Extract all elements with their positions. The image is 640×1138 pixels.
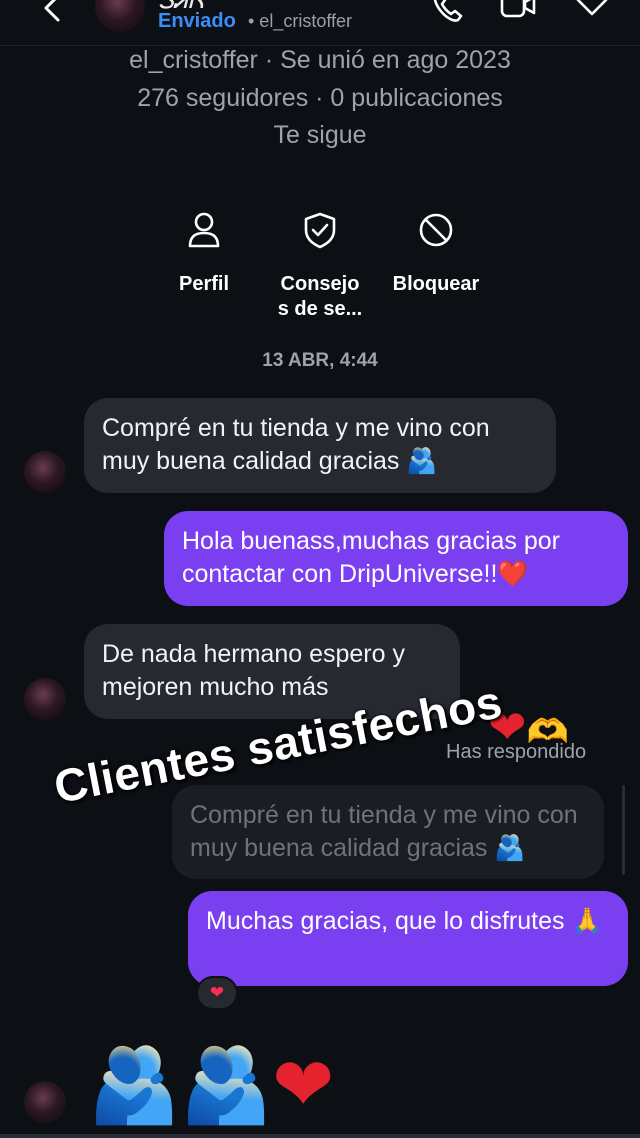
video-call-icon[interactable] — [498, 0, 538, 26]
reply-indicator-bar — [622, 785, 625, 875]
back-arrow-icon[interactable] — [38, 0, 70, 26]
block-icon — [419, 213, 453, 247]
safety-tips-label: Consejo s de se... — [277, 273, 363, 320]
people-hugging-emoji: 🫂 — [180, 1043, 273, 1126]
message-timestamp: 13 ABR, 4:44 — [262, 350, 378, 371]
header-username: • el_cristoffer — [248, 11, 353, 31]
follows-you-label: Te sigue — [273, 121, 367, 149]
heart-reaction[interactable]: ❤ — [196, 976, 238, 1010]
profile-stats: 276 seguidores · 0 publicaciones — [137, 84, 503, 112]
contact-avatar[interactable] — [95, 0, 145, 32]
block-label: Bloquear — [392, 273, 480, 295]
profile-actions: Perfil Consejo s de se... Bloquear — [0, 208, 640, 328]
outgoing-message[interactable]: Muchas gracias, que lo disfrutes 🙏 — [188, 891, 628, 986]
people-hugging-emoji: 🫂 — [88, 1043, 181, 1126]
sender-avatar[interactable] — [24, 451, 66, 493]
person-icon — [188, 212, 220, 248]
sender-avatar[interactable] — [24, 678, 66, 720]
safety-tips-button[interactable]: Consejo s de se... — [265, 208, 375, 322]
hand-heart-sticker: 🫶 — [526, 713, 569, 751]
sent-status: Enviado — [158, 10, 236, 32]
chat-header: ᏕᏗᏒ Enviado • el_cristoffer — [0, 0, 640, 46]
red-heart-emoji: ❤ — [272, 1043, 335, 1126]
sender-avatar[interactable] — [24, 1081, 66, 1123]
tag-icon[interactable] — [572, 0, 612, 26]
outgoing-message[interactable]: Hola buenass,muchas gracias por contacta… — [164, 511, 628, 606]
profile-button[interactable]: Perfil — [149, 208, 259, 297]
quoted-message[interactable]: Compré en tu tienda y me vino con muy bu… — [172, 785, 604, 879]
phone-icon[interactable] — [428, 0, 468, 26]
profile-meta: el_cristoffer · Se unió en ago 2023 — [129, 46, 511, 74]
profile-label: Perfil — [178, 273, 230, 295]
incoming-message[interactable]: Compré en tu tienda y me vino con muy bu… — [84, 398, 556, 493]
bottom-divider — [0, 1134, 640, 1138]
emoji-message[interactable]: 🫂🫂❤ — [88, 1040, 334, 1130]
block-button[interactable]: Bloquear — [381, 208, 491, 297]
shield-check-icon — [304, 212, 336, 249]
